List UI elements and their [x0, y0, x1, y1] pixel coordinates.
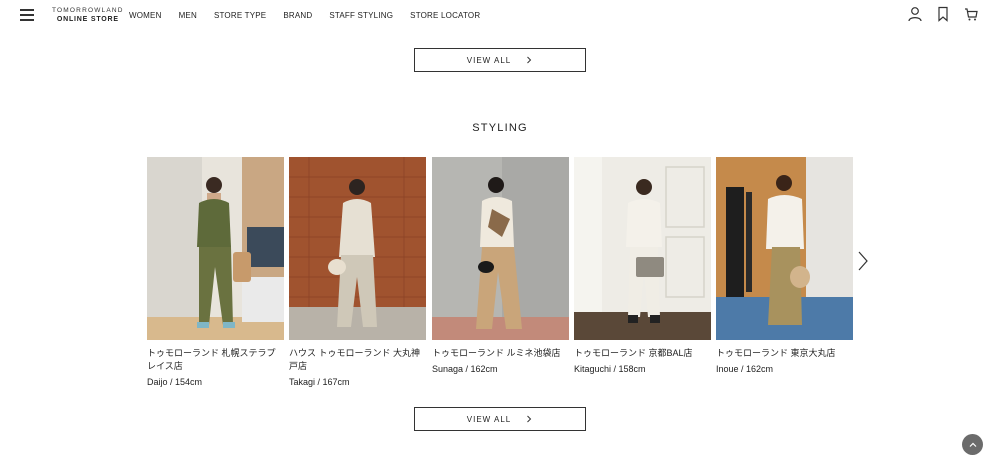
cart-icon[interactable]: [964, 6, 978, 22]
staff-info: Inoue / 162cm: [716, 364, 774, 374]
store-name[interactable]: トゥモローランド 京都BAL店: [574, 347, 711, 360]
nav-staff-styling[interactable]: STAFF STYLING: [329, 11, 393, 20]
styling-card[interactable]: トゥモローランド ルミネ池袋店 Sunaga / 162cm: [432, 157, 569, 374]
staff-info: Takagi / 167cm: [289, 377, 350, 387]
site-header: TOMORROWLAND ONLINE STORE WOMEN MEN STOR…: [0, 0, 1000, 30]
styling-card[interactable]: ハウス トゥモローランド 大丸神戸店 Takagi / 167cm: [289, 157, 426, 387]
styling-photo[interactable]: [716, 157, 853, 340]
back-to-top-button[interactable]: [962, 434, 983, 455]
arrow-up-icon: [969, 442, 976, 447]
user-icon[interactable]: [908, 6, 922, 22]
nav-women[interactable]: WOMEN: [129, 11, 162, 20]
store-name[interactable]: トゥモローランド 札幌ステラプレイス店: [147, 347, 284, 373]
styling-card[interactable]: トゥモローランド 札幌ステラプレイス店 Daijo / 154cm: [147, 157, 284, 387]
staff-info: Sunaga / 162cm: [432, 364, 498, 374]
styling-photo[interactable]: [432, 157, 569, 340]
staff-info: Kitaguchi / 158cm: [574, 364, 646, 374]
store-name[interactable]: トゥモローランド 東京大丸店: [716, 347, 853, 360]
nav-store-type[interactable]: STORE TYPE: [214, 11, 266, 20]
styling-card[interactable]: トゥモローランド 東京大丸店 Inoue / 162cm: [716, 157, 853, 374]
logo-line1: TOMORROWLAND: [52, 7, 124, 14]
logo[interactable]: TOMORROWLAND ONLINE STORE: [52, 6, 124, 24]
store-name[interactable]: ハウス トゥモローランド 大丸神戸店: [289, 347, 426, 373]
staff-info: Daijo / 154cm: [147, 377, 203, 387]
styling-photo[interactable]: [574, 157, 711, 340]
nav-store-locator[interactable]: STORE LOCATOR: [410, 11, 480, 20]
header-icons: [908, 6, 978, 22]
store-name[interactable]: トゥモローランド ルミネ池袋店: [432, 347, 569, 360]
chevron-right-icon[interactable]: [856, 250, 870, 272]
chevron-right-icon: [527, 56, 532, 64]
styling-photo[interactable]: [289, 157, 426, 340]
styling-card[interactable]: トゥモローランド 京都BAL店 Kitaguchi / 158cm: [574, 157, 711, 374]
styling-photo[interactable]: [147, 157, 284, 340]
bookmark-icon[interactable]: [936, 6, 950, 22]
nav-men[interactable]: MEN: [179, 11, 197, 20]
main-nav: WOMEN MEN STORE TYPE BRAND STAFF STYLING…: [129, 0, 497, 30]
view-all-label: VIEW ALL: [466, 55, 512, 65]
section-title: STYLING: [472, 122, 528, 134]
view-all-button-top[interactable]: VIEW ALL: [414, 48, 586, 72]
view-all-button[interactable]: VIEW ALL: [414, 407, 586, 431]
menu-icon[interactable]: [20, 9, 34, 21]
chevron-right-icon: [527, 415, 532, 423]
view-all-label: VIEW ALL: [466, 414, 512, 424]
logo-line2: ONLINE STORE: [56, 16, 119, 23]
nav-brand[interactable]: BRAND: [283, 11, 312, 20]
